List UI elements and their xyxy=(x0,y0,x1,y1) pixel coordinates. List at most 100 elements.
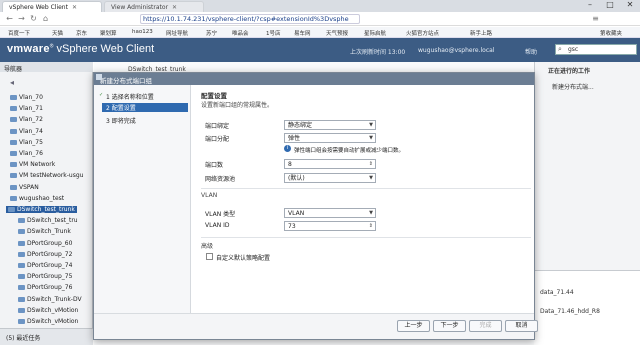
navigator-item[interactable]: Vlan_76 xyxy=(10,150,43,157)
bookmark-item[interactable]: 天气预报 xyxy=(326,29,348,37)
bookmark-item[interactable]: 1号店 xyxy=(266,29,281,37)
navigator-item[interactable]: DSwitch_Trunk-DV xyxy=(18,296,82,303)
stepper-icon[interactable]: ⇕ xyxy=(369,160,373,169)
navigator-item[interactable]: DPortGroup_72 xyxy=(18,251,72,258)
bookmark-item[interactable]: 网址导航 xyxy=(166,29,188,37)
bookmark-item[interactable]: 易车网 xyxy=(294,29,311,37)
navigator-item[interactable]: DPortGroup_75 xyxy=(18,273,72,280)
user-menu[interactable]: wugushao@vsphere.local xyxy=(418,47,495,54)
step-3[interactable]: 3 即将完成 xyxy=(106,116,136,125)
navigator-item[interactable]: DPortGroup_74 xyxy=(18,262,72,269)
vlan-type-select[interactable]: VLAN ▼ xyxy=(284,208,376,218)
navigator-item[interactable]: Vlan_75 xyxy=(10,139,43,146)
navigator-item[interactable]: DPortGroup_60 xyxy=(18,240,72,247)
port-binding-select[interactable]: 静态绑定 ▼ xyxy=(284,120,376,130)
bookmark-item[interactable]: 唯品会 xyxy=(232,29,249,37)
navigator-item-label: VSPAN xyxy=(19,183,39,191)
navigator-item[interactable]: VSPAN xyxy=(10,184,39,191)
cancel-button[interactable]: 取消 xyxy=(505,320,538,332)
navigator-item-label: Vlan_76 xyxy=(19,150,43,157)
back-button[interactable]: 上一步 xyxy=(397,320,430,332)
portgroup-icon xyxy=(18,285,25,291)
log-item[interactable]: data_71.44 xyxy=(540,289,574,296)
navigator-item-label: DPortGroup_74 xyxy=(27,262,73,269)
bookmark-item[interactable]: 百度一下 xyxy=(8,29,30,37)
customize-policy-checkbox[interactable] xyxy=(206,253,213,260)
close-icon[interactable]: ✕ xyxy=(172,4,177,11)
stepper-icon[interactable]: ⇕ xyxy=(369,222,373,231)
port-allocation-select[interactable]: 弹性 ▼ xyxy=(284,133,376,143)
navigator-item[interactable]: DSwitch_test_tru xyxy=(18,217,78,224)
refresh-icon[interactable]: ↻ xyxy=(28,13,39,25)
recent-tasks[interactable]: (5) 最近任务 xyxy=(0,328,93,345)
bookmark-item[interactable]: 京东 xyxy=(76,29,87,37)
bookmark-item[interactable]: 苏宁 xyxy=(206,29,217,37)
back-icon[interactable]: ← xyxy=(4,13,15,25)
navigator-item[interactable]: Vlan_71 xyxy=(10,105,43,112)
num-ports-input[interactable]: 8 ⇕ xyxy=(284,159,376,169)
bookmark-item[interactable]: 第收藏夹 xyxy=(600,29,622,37)
dialog-footer xyxy=(94,313,534,339)
next-button[interactable]: 下一步 xyxy=(433,320,466,332)
navigator-item[interactable]: VM Network xyxy=(10,161,55,168)
minimize-icon[interactable]: – xyxy=(580,0,600,9)
navigator-item[interactable]: Vlan_70 xyxy=(10,94,43,101)
search-input[interactable]: gsc xyxy=(555,44,637,55)
bookmark-item[interactable]: 天猫 xyxy=(52,29,63,37)
history-back-icon[interactable]: ◂ xyxy=(10,78,14,87)
navigator-item-label: VM testNetwork-usgu xyxy=(19,172,84,180)
navigator-item[interactable]: Vlan_72 xyxy=(10,116,43,123)
chevron-down-icon: ▼ xyxy=(369,210,373,216)
check-icon: ✓ xyxy=(99,92,104,98)
navigator-item[interactable]: DSwitch_vMotion xyxy=(18,318,78,325)
navigator-item-label: Vlan_72 xyxy=(19,116,43,124)
step-1[interactable]: 1 选择名称和位置 xyxy=(106,92,154,101)
chevron-down-icon: ▼ xyxy=(369,122,373,128)
network-resource-pool-select[interactable]: (默认) ▼ xyxy=(284,173,376,183)
log-item[interactable]: Data_71.46_hdd_R8 xyxy=(540,308,600,315)
bookmark-item[interactable]: 火狐官方站点 xyxy=(406,29,439,37)
navigator-item-label: Vlan_71 xyxy=(19,105,43,113)
chevron-down-icon: ▼ xyxy=(369,135,373,141)
navigator-title: 导航器 xyxy=(0,62,93,73)
divider xyxy=(201,237,531,238)
portgroup-icon xyxy=(18,240,25,246)
forward-icon[interactable]: → xyxy=(16,13,27,25)
search-icon: ⌕ xyxy=(558,45,562,53)
bookmark-item[interactable]: hao123 xyxy=(132,29,153,35)
browser-tab-vsphere[interactable]: vSphere Web Client ✕ xyxy=(2,1,102,12)
portgroup-icon xyxy=(18,274,25,280)
vlan-id-input[interactable]: 73 ⇕ xyxy=(284,221,376,231)
navigator-item[interactable]: DSwitch_vMotion xyxy=(18,307,78,314)
menu-icon[interactable]: ≡ xyxy=(590,13,601,25)
num-ports-label: 端口数 xyxy=(205,162,224,169)
step-2[interactable]: 2 配置设置 xyxy=(102,103,188,112)
wip-title: 正在进行的工作 xyxy=(548,68,591,75)
finish-button[interactable]: 完成 xyxy=(469,320,502,332)
close-icon[interactable]: ✕ xyxy=(72,4,77,11)
close-window-icon[interactable]: ✕ xyxy=(620,0,640,9)
home-icon[interactable]: ⌂ xyxy=(40,13,51,25)
navigator-item[interactable]: wugushao_test xyxy=(10,195,64,202)
navigator-item[interactable]: DSwitch_test_trunk xyxy=(6,206,77,213)
navigator-item-label: DSwitch_Trunk xyxy=(27,228,71,236)
maximize-icon[interactable]: □ xyxy=(600,0,620,9)
navigator-item[interactable]: Vlan_74 xyxy=(10,128,43,135)
help-menu[interactable]: 帮助 xyxy=(525,47,537,56)
navigator-item[interactable]: DPortGroup_76 xyxy=(18,284,72,291)
portgroup-icon xyxy=(10,195,17,201)
browser-tab-view-admin[interactable]: View Administrator ✕ xyxy=(104,1,204,12)
vlan-id-label: VLAN ID xyxy=(205,222,230,229)
network-resource-pool-label: 网络资源池 xyxy=(205,176,236,183)
portgroup-icon xyxy=(10,95,17,100)
port-allocation-label: 端口分配 xyxy=(205,136,230,143)
navigator-item[interactable]: DSwitch_Trunk xyxy=(18,228,71,235)
navigator-item[interactable]: VM testNetwork-usgu xyxy=(10,172,83,179)
bookmark-item[interactable]: 星际启航 xyxy=(364,29,386,37)
wip-item[interactable]: 新建分布式端... xyxy=(552,82,594,91)
portgroup-icon xyxy=(18,218,25,224)
bookmark-item[interactable]: 新手上路 xyxy=(470,29,492,37)
portgroup-icon xyxy=(8,207,15,212)
url-field[interactable]: https://10.1.74.231/vsphere-client/?csp#… xyxy=(140,14,360,24)
bookmark-item[interactable]: 聚划算 xyxy=(100,29,117,37)
